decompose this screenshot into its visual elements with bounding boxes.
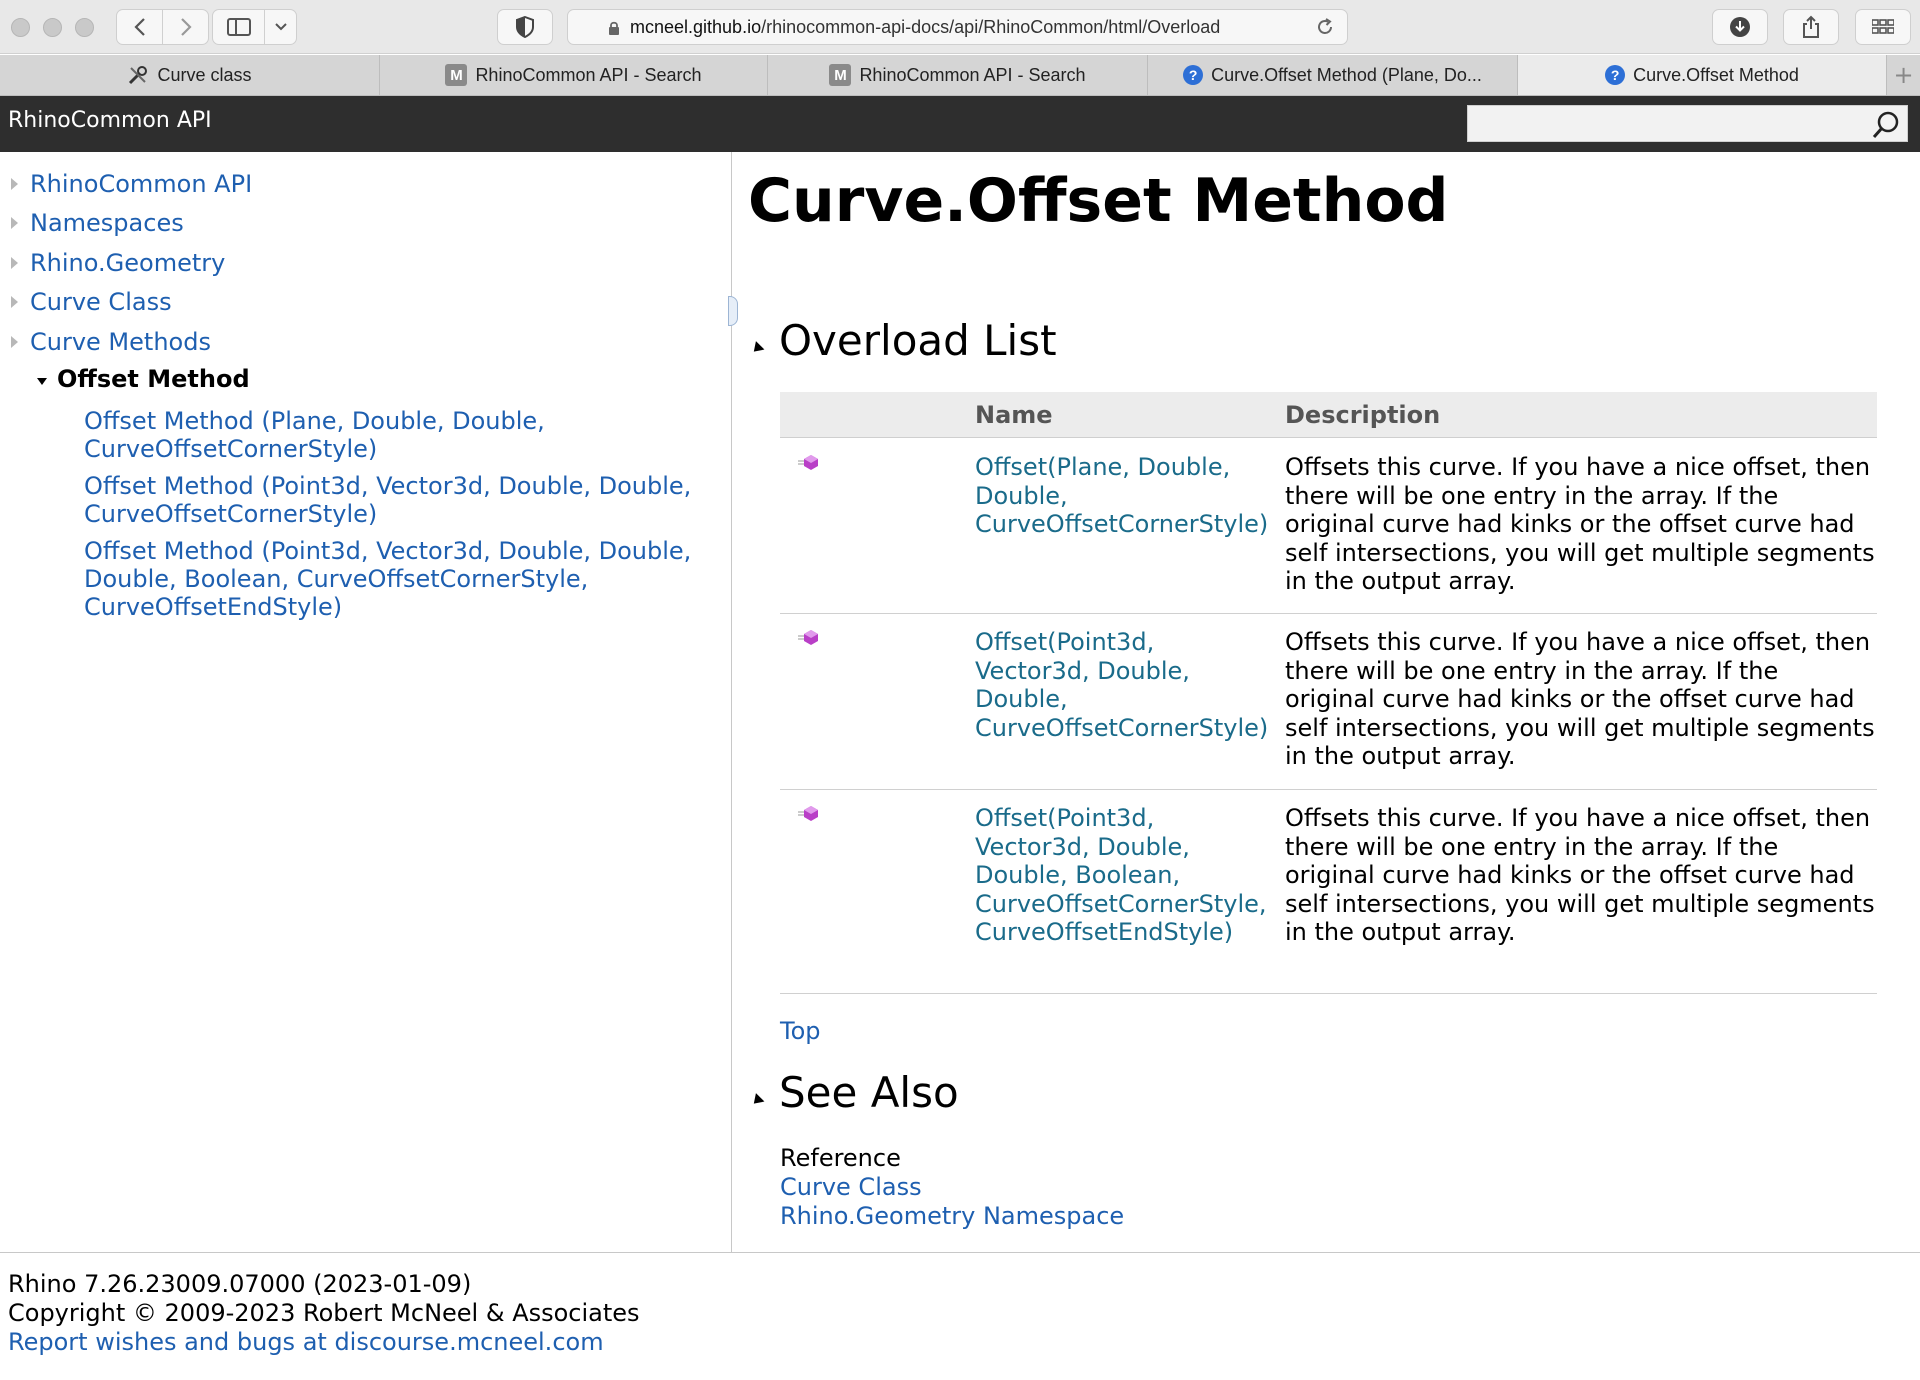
collapse-section-icon[interactable] [749,1093,765,1108]
new-tab-button[interactable]: + [1887,55,1920,95]
shield-icon [516,16,534,38]
address-host: mcneel.github.io [630,16,762,37]
tab-search-1[interactable]: M RhinoCommon API - Search [380,55,768,95]
tab-label: RhinoCommon API - Search [475,64,702,85]
site-search [1467,105,1908,142]
tab-label: RhinoCommon API - Search [859,64,1086,85]
footer-version: Rhino 7.26.23009.07000 (2023-01-09) [8,1270,472,1298]
table-header: Name Description [780,392,1877,438]
chevron-down-icon [274,23,287,31]
lock-icon [609,21,619,35]
browser-toolbar: mcneel.github.io/rhinocommon-api-docs/ap… [0,0,1920,54]
m-icon: M [445,64,468,86]
m-icon: M [829,64,852,86]
grid-icon [1872,19,1894,34]
overload-description: Offsets this curve. If you have a nice o… [1285,804,1875,946]
collapse-triangle-icon[interactable] [37,378,47,385]
reload-icon[interactable] [1315,17,1335,37]
nav-sub-offset-point3d-endstyle[interactable]: Offset Method (Point3d, Vector3d, Double… [84,537,704,621]
minimize-window-button[interactable] [43,18,62,37]
section-title-overload-list[interactable]: Overload List [779,316,1057,365]
tab-overview-button[interactable] [1855,9,1911,45]
section-title-see-also[interactable]: See Also [779,1068,959,1117]
nav-current-offset-method: Offset Method [57,365,250,393]
nav-label[interactable]: RhinoCommon API [30,170,252,198]
zoom-window-button[interactable] [75,18,94,37]
chevron-right-icon [180,18,192,36]
history-nav [116,9,209,45]
top-link[interactable]: Top [780,1017,821,1045]
back-button[interactable] [117,10,162,44]
expand-triangle-icon[interactable] [11,336,18,348]
sidebar-icon [226,18,251,36]
address-path: /rhinocommon-api-docs/api/RhinoCommon/ht… [761,16,1221,37]
tab-bar: Curve class M RhinoCommon API - Search M… [0,55,1920,96]
tools-icon [127,64,149,86]
nav-label[interactable]: Namespaces [30,209,184,237]
toc-sidebar: RhinoCommon API Namespaces Rhino.Geometr… [0,152,732,1252]
overload-link[interactable]: Offset(Point3d, Vector3d, Double, Double… [975,804,1267,947]
sidebar-toggle-button[interactable] [213,10,264,44]
share-icon [1803,15,1819,38]
privacy-report-button[interactable] [497,9,553,45]
tab-offset-plane[interactable]: ? Curve.Offset Method (Plane, Do... [1148,55,1518,95]
collapse-section-icon[interactable] [749,341,765,356]
tab-offset-method[interactable]: ? Curve.Offset Method [1518,55,1887,95]
help-icon: ? [1183,65,1204,85]
page-title: Curve.Offset Method [748,166,1449,236]
site-title[interactable]: RhinoCommon API [8,108,212,133]
address-bar[interactable]: mcneel.github.io/rhinocommon-api-docs/ap… [567,9,1348,45]
sidebar-toggle-group [212,9,297,45]
tab-search-2[interactable]: M RhinoCommon API - Search [768,55,1148,95]
public-method-icon [798,630,818,645]
tab-curve-class[interactable]: Curve class [0,55,380,95]
nav-label[interactable]: Curve Class [30,288,172,316]
nav-sub-offset-plane[interactable]: Offset Method (Plane, Double, Double, Cu… [84,407,704,463]
share-button[interactable] [1783,9,1839,45]
public-method-icon [798,455,818,470]
column-header-name: Name [975,401,1053,429]
table-row: Offset(Point3d, Vector3d, Double, Double… [780,614,1877,790]
table-row: Offset(Plane, Double, Double, CurveOffse… [780,439,1877,614]
expand-triangle-icon[interactable] [11,257,18,269]
link-curve-class[interactable]: Curve Class [780,1173,922,1201]
forward-button[interactable] [163,10,208,44]
overload-description: Offsets this curve. If you have a nice o… [1285,453,1875,595]
page-footer: Rhino 7.26.23009.07000 (2023-01-09) Copy… [0,1252,1920,1380]
overload-description: Offsets this curve. If you have a nice o… [1285,628,1875,770]
search-icon[interactable] [1871,110,1901,140]
downloads-button[interactable] [1712,9,1768,45]
tab-label: Curve.Offset Method [1633,64,1799,85]
tab-label: Curve.Offset Method (Plane, Do... [1211,64,1482,85]
help-icon: ? [1605,65,1626,85]
footer-copyright: Copyright © 2009-2023 Robert McNeel & As… [8,1299,640,1327]
nav-sub-offset-point3d[interactable]: Offset Method (Point3d, Vector3d, Double… [84,472,704,528]
reference-label: Reference [780,1144,901,1172]
nav-label[interactable]: Curve Methods [30,328,211,356]
expand-triangle-icon[interactable] [11,217,18,229]
column-header-description: Description [1285,401,1441,429]
tab-label: Curve class [157,64,252,85]
close-window-button[interactable] [11,18,30,37]
expand-triangle-icon[interactable] [11,296,18,308]
expand-triangle-icon[interactable] [11,178,18,190]
site-header: RhinoCommon API [0,96,1920,152]
nav-label[interactable]: Rhino.Geometry [30,249,225,277]
search-input[interactable] [1468,106,1907,141]
sidebar-menu-button[interactable] [265,10,296,44]
chevron-left-icon [133,18,145,36]
overload-link[interactable]: Offset(Point3d, Vector3d, Double, Double… [975,628,1268,742]
overload-link[interactable]: Offset(Plane, Double, Double, CurveOffse… [975,453,1268,539]
main-content: Curve.Offset Method Overload List Name D… [733,152,1920,1252]
footer-report-link[interactable]: Report wishes and bugs at discourse.mcne… [8,1328,604,1356]
link-rhino-geometry-namespace[interactable]: Rhino.Geometry Namespace [780,1202,1124,1230]
download-icon [1730,17,1750,37]
public-method-icon [798,806,818,821]
table-row: Offset(Point3d, Vector3d, Double, Double… [780,790,1877,994]
